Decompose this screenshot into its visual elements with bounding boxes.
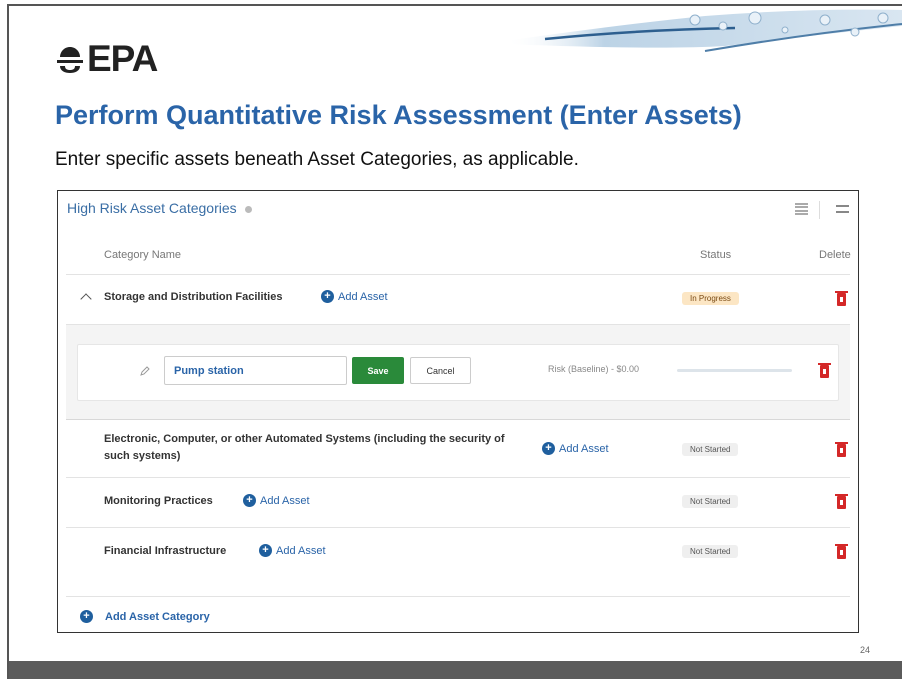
status-badge: Not Started xyxy=(682,495,739,508)
compact-view-icon[interactable] xyxy=(836,205,849,213)
plus-circle-icon: + xyxy=(243,494,256,507)
logo-text: EPA xyxy=(87,38,158,79)
info-icon[interactable] xyxy=(244,205,252,213)
category-name: Monitoring Practices xyxy=(104,495,213,507)
panel-title-text: High Risk Asset Categories xyxy=(67,200,237,216)
add-asset-label: Add Asset xyxy=(559,442,609,455)
footer-bar xyxy=(9,661,902,679)
view-toggle-divider xyxy=(819,201,820,219)
asset-name-input[interactable] xyxy=(164,356,347,385)
plus-circle-icon: + xyxy=(542,442,555,455)
add-asset-category-button[interactable]: + Add Asset Category xyxy=(80,610,210,623)
panel-header: High Risk Asset Categories xyxy=(58,191,858,225)
panel-title: High Risk Asset Categories xyxy=(67,200,252,216)
category-name: Storage and Distribution Facilities xyxy=(104,291,283,303)
plus-circle-icon: + xyxy=(321,290,334,303)
list-view-icon[interactable] xyxy=(795,203,808,215)
status-badge: In Progress xyxy=(682,292,739,305)
row-divider xyxy=(66,596,850,597)
add-asset-button[interactable]: + Add Asset xyxy=(243,494,310,507)
trash-icon[interactable] xyxy=(835,291,848,306)
chevron-up-icon[interactable] xyxy=(80,293,92,305)
epa-flower-icon xyxy=(57,47,83,73)
category-name: Electronic, Computer, or other Automated… xyxy=(104,433,505,462)
risk-baseline-label: Risk (Baseline) - $0.00 xyxy=(548,364,640,374)
plus-circle-icon: + xyxy=(80,610,93,623)
status-badge: Not Started xyxy=(682,443,739,456)
add-asset-button[interactable]: + Add Asset xyxy=(321,290,388,303)
slide-title: Perform Quantitative Risk Assessment (En… xyxy=(55,100,742,130)
add-asset-label: Add Asset xyxy=(260,494,310,507)
pencil-icon[interactable] xyxy=(140,366,150,376)
add-asset-button[interactable]: + Add Asset xyxy=(259,544,326,557)
column-header-delete: Delete xyxy=(819,249,851,261)
slide-subtitle: Enter specific assets beneath Asset Cate… xyxy=(55,149,579,170)
category-name: Financial Infrastructure xyxy=(104,545,227,557)
trash-icon[interactable] xyxy=(835,442,848,457)
asset-categories-panel: High Risk Asset Categories Category Name… xyxy=(57,190,859,633)
risk-bar xyxy=(677,369,792,372)
trash-icon[interactable] xyxy=(818,363,831,378)
add-asset-label: Add Asset xyxy=(276,544,326,557)
save-button[interactable]: Save xyxy=(352,357,404,384)
epa-logo: EPA xyxy=(55,38,158,80)
column-header-status: Status xyxy=(700,249,732,261)
water-drops-banner xyxy=(505,9,902,52)
row-divider xyxy=(66,527,850,528)
cancel-button[interactable]: Cancel xyxy=(410,357,471,384)
row-divider xyxy=(66,477,850,478)
page-number: 24 xyxy=(859,645,870,655)
add-asset-button[interactable]: + Add Asset xyxy=(542,442,609,455)
header-divider xyxy=(66,274,850,275)
add-asset-category-label: Add Asset Category xyxy=(105,610,210,623)
trash-icon[interactable] xyxy=(835,494,848,509)
column-header-category-name: Category Name xyxy=(104,249,182,261)
status-badge: Not Started xyxy=(682,545,739,558)
plus-circle-icon: + xyxy=(259,544,272,557)
trash-icon[interactable] xyxy=(835,544,848,559)
add-asset-label: Add Asset xyxy=(338,290,388,303)
